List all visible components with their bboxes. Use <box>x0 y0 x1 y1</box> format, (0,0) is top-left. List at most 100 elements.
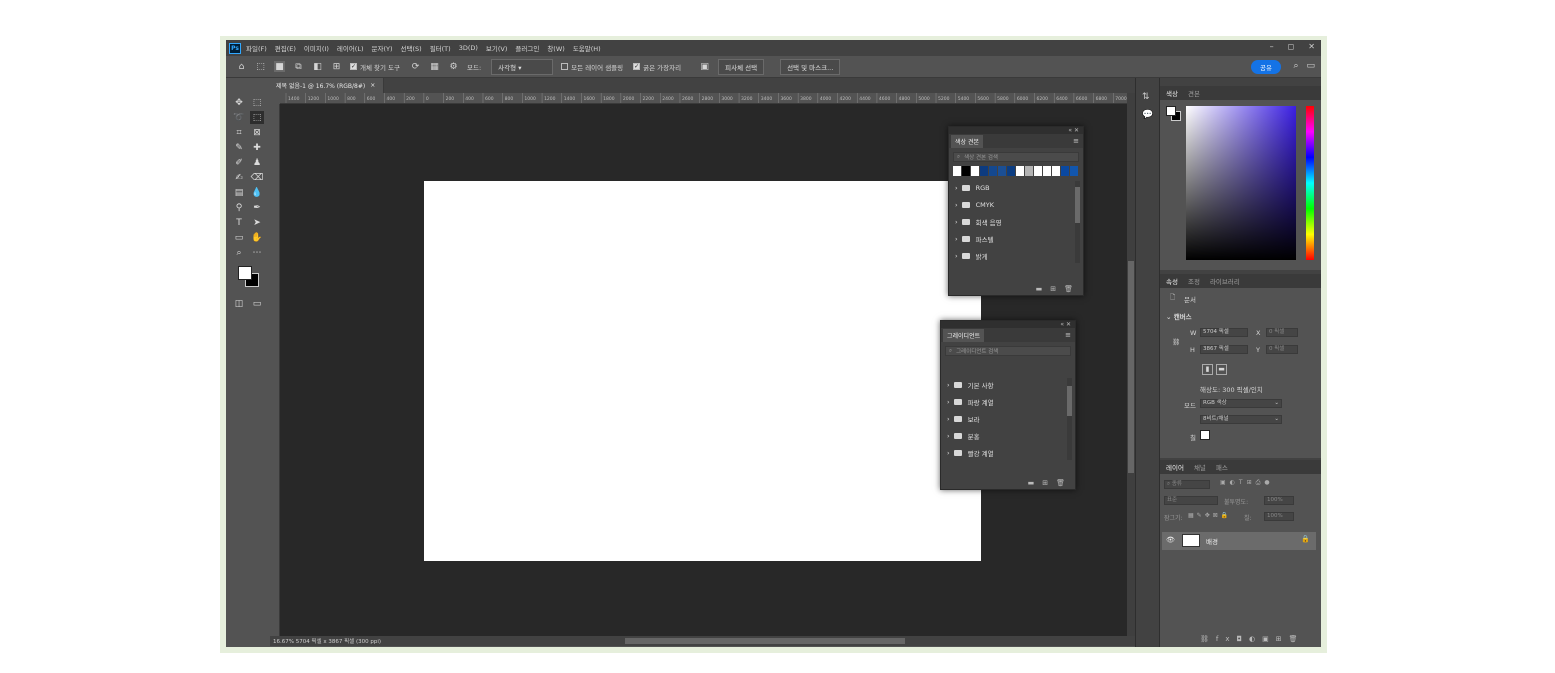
color-mode-select[interactable]: RGB 색상 ⌄ <box>1200 399 1282 408</box>
folder-row[interactable]: › 회색 음영 <box>949 213 1083 230</box>
x-field[interactable]: 0 픽셀 <box>1266 328 1298 337</box>
eraser-tool-icon[interactable]: ⌫ <box>250 171 264 184</box>
opacity-field[interactable]: 100% <box>1264 496 1294 505</box>
color-swatch[interactable] <box>1025 166 1033 176</box>
pen-tool-icon[interactable]: ✒ <box>250 201 264 214</box>
bit-depth-select[interactable]: 8비트/채널 ⌄ <box>1200 415 1282 424</box>
tab-paths[interactable]: 패스 <box>1216 462 1228 472</box>
zoom-tool-icon[interactable]: ⌕ <box>232 246 246 259</box>
lasso-tool-icon[interactable]: ➰ <box>232 111 246 124</box>
stamp-tool-icon[interactable]: ♟ <box>250 156 264 169</box>
color-swatch[interactable] <box>998 166 1006 176</box>
sample-all-layers-checkbox[interactable] <box>561 63 569 70</box>
gradient-list-scrollbar[interactable] <box>1067 378 1072 460</box>
color-swatch[interactable] <box>1034 166 1042 176</box>
blur-tool-icon[interactable]: 💧 <box>250 186 264 199</box>
color-swatch[interactable] <box>953 166 961 176</box>
width-field[interactable]: 5704 픽셀 <box>1200 328 1248 337</box>
tab-layers[interactable]: 레이어 <box>1166 462 1184 472</box>
gear-icon[interactable]: ⚙ <box>448 61 459 72</box>
color-swatch[interactable] <box>1052 166 1060 176</box>
crop-tool-icon[interactable]: ⌗ <box>232 126 246 139</box>
color-swatch[interactable] <box>1007 166 1015 176</box>
new-folder-icon[interactable]: ▬ <box>1036 285 1043 293</box>
folder-row[interactable]: › RGB <box>949 179 1083 196</box>
share-button[interactable]: 공유 <box>1251 60 1281 74</box>
color-field[interactable] <box>1186 106 1296 260</box>
layer-fill-field[interactable]: 100% <box>1264 512 1294 521</box>
color-swatch[interactable] <box>1061 166 1069 176</box>
document-tab[interactable]: 제목 없음-1 @ 16.7% (RGB/8#) × <box>270 78 384 93</box>
foreground-color-swatch[interactable] <box>238 266 252 280</box>
sample-all-layers-option[interactable]: 모든 레이어 샘플링 <box>561 62 623 72</box>
show-objects-icon[interactable]: ▦ <box>429 61 440 72</box>
dodge-tool-icon[interactable]: ⚲ <box>232 201 246 214</box>
move-tool-icon[interactable]: ✥ <box>232 96 246 109</box>
quick-mask-icon[interactable]: ◫ <box>232 297 246 310</box>
tab-swatches-panel[interactable]: 견본 <box>1188 88 1200 98</box>
menu-plugins[interactable]: 플러그인 <box>515 43 539 53</box>
canvas-section-label[interactable]: ⌄ 캔버스 <box>1166 311 1192 321</box>
color-swatch[interactable] <box>971 166 979 176</box>
select-subject-icon[interactable]: ▣ <box>699 61 710 72</box>
maximize-button[interactable]: ◻ <box>1288 42 1295 51</box>
object-finder-checkbox[interactable]: ✓ <box>350 63 357 70</box>
tab-color[interactable]: 색상 <box>1166 88 1178 98</box>
menu-view[interactable]: 보기(V) <box>486 43 507 53</box>
add-selection-icon[interactable]: ⧉ <box>293 61 304 72</box>
history-brush-tool-icon[interactable]: ✍ <box>232 171 246 184</box>
portrait-orientation-icon[interactable]: ▮ <box>1202 364 1213 375</box>
tab-adjustments[interactable]: 조정 <box>1188 276 1200 286</box>
new-folder-icon[interactable]: ▬ <box>1028 479 1035 487</box>
link-icon[interactable]: ⛓ <box>1172 338 1180 346</box>
trash-icon[interactable]: 🗑 <box>1056 479 1065 487</box>
gradients-search[interactable]: ⌕ 그레이디언트 검색 <box>945 346 1071 356</box>
vertical-scroll-thumb[interactable] <box>1128 261 1134 473</box>
close-button[interactable]: ✕ <box>1308 42 1315 51</box>
color-swatch[interactable] <box>1043 166 1051 176</box>
tab-properties[interactable]: 속성 <box>1166 276 1178 286</box>
hand-tool-icon[interactable]: ✋ <box>250 231 264 244</box>
panel-titlebar[interactable]: « ✕ <box>949 127 1083 134</box>
more-tools-icon[interactable]: ⋯ <box>250 246 264 259</box>
menu-layer[interactable]: 레이어(L) <box>337 43 364 53</box>
folder-row[interactable]: › 기본 사항 <box>941 376 1075 393</box>
screen-mode-icon[interactable]: ▭ <box>250 297 264 310</box>
folder-row[interactable]: › 파랑 계열 <box>941 393 1075 410</box>
tab-libraries[interactable]: 라이브러리 <box>1210 276 1240 286</box>
type-tool-icon[interactable]: T <box>232 216 246 229</box>
swatch-list-scrollbar[interactable] <box>1075 181 1080 263</box>
comments-panel-icon[interactable]: 💬 <box>1142 110 1153 120</box>
menu-window[interactable]: 창(W) <box>547 43 564 53</box>
tab-swatches[interactable]: 색상 견본 <box>951 134 983 148</box>
folder-row[interactable]: › CMYK <box>949 196 1083 213</box>
eye-icon[interactable]: 👁 <box>1166 536 1175 544</box>
search-icon[interactable]: ⌕ <box>1293 61 1298 71</box>
object-selection-tool-icon[interactable]: ⬚ <box>250 111 264 124</box>
select-and-mask-button[interactable]: 선택 및 마스크... <box>780 58 841 75</box>
menu-file[interactable]: 파일(F) <box>246 43 267 53</box>
tab-gradients[interactable]: 그레이디언트 <box>943 328 985 342</box>
subtract-selection-icon[interactable]: ◧ <box>312 61 323 72</box>
tab-channels[interactable]: 채널 <box>1194 462 1206 472</box>
swatch-list-scroll-thumb[interactable] <box>1075 187 1080 223</box>
fill-color-swatch[interactable] <box>1200 430 1210 440</box>
new-swatch-icon[interactable]: ⊞ <box>1050 285 1056 293</box>
healing-tool-icon[interactable]: ✚ <box>250 141 264 154</box>
folder-row[interactable]: › 파스텔 <box>949 230 1083 247</box>
refresh-icon[interactable]: ⟳ <box>410 61 421 72</box>
intersect-selection-icon[interactable]: ⊞ <box>331 61 342 72</box>
folder-row[interactable]: › 밝게 <box>949 247 1083 264</box>
history-panel-icon[interactable]: ⇅ <box>1142 92 1150 102</box>
height-field[interactable]: 3867 픽셀 <box>1200 345 1248 354</box>
object-selection-tool-icon[interactable]: ⬚ <box>255 61 266 72</box>
menu-3d[interactable]: 3D(D) <box>459 44 478 52</box>
menu-type[interactable]: 문자(Y) <box>372 43 393 53</box>
folder-row[interactable]: › 분홍 <box>941 427 1075 444</box>
blend-mode-select[interactable]: 표준 <box>1164 496 1218 505</box>
trash-icon[interactable]: 🗑 <box>1064 285 1073 293</box>
marquee-tool-icon[interactable]: ⬚ <box>250 96 264 109</box>
workspace-icon[interactable]: ▭ <box>1306 61 1315 71</box>
panel-titlebar[interactable]: « ✕ <box>941 321 1075 328</box>
frame-tool-icon[interactable]: ⊠ <box>250 126 264 139</box>
